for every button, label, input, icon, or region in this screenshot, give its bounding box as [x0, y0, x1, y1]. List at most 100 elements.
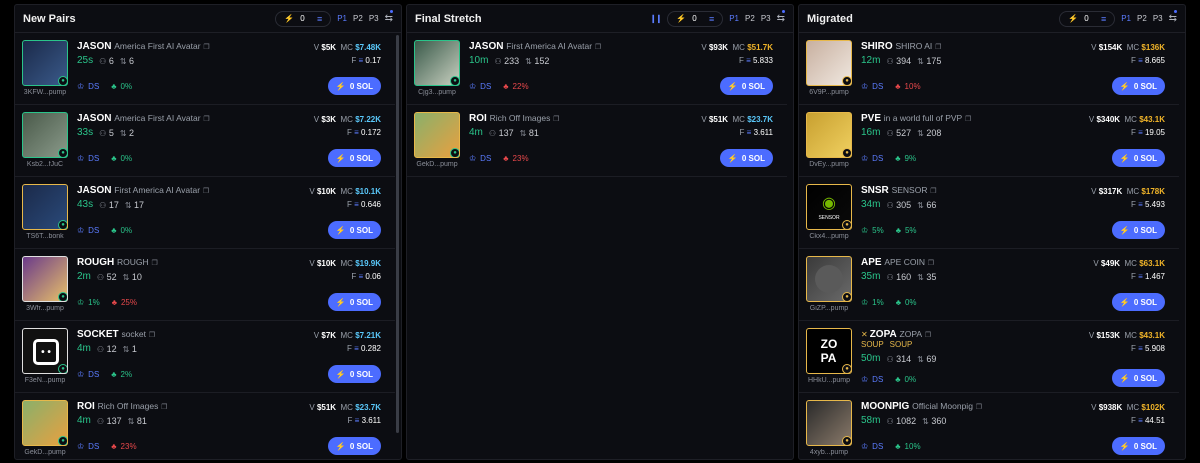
copy-icon[interactable]: ❐ — [925, 332, 931, 339]
token-address[interactable]: Cjg3...pump — [414, 89, 460, 96]
quick-buy-button[interactable]: ⚡ 0 SOL — [1111, 77, 1165, 95]
token-address[interactable]: Ckx4...pump — [806, 233, 852, 240]
token-row[interactable]: ● 3Wfr...pump ROUGH ROUGH ❐ 2m ⚇ 52 ⇅ 10 V $10… — [15, 249, 395, 321]
token-image[interactable]: ● — [806, 256, 852, 302]
quick-buy-button[interactable]: ⚡ 0 SOL — [1111, 369, 1165, 387]
dexscreener-pill[interactable]: ♔ DS — [469, 154, 491, 163]
token-row[interactable]: ◉ SENSOR ● Ckx4...pump SNSR SENSOR ❐ 34m ⚇ 305… — [799, 177, 1179, 249]
token-address[interactable]: 6V9P...pump — [806, 89, 852, 96]
dev-holding-pill[interactable]: ♔ 1% — [861, 298, 884, 307]
holder-pct-pill[interactable]: ♣ 22% — [503, 82, 528, 91]
dev-holding-pill[interactable]: ♔ 5% — [861, 226, 884, 235]
token-name[interactable]: ROI Rich Off Images ❐ — [469, 113, 559, 124]
token-image[interactable]: ● — [806, 400, 852, 446]
token-image[interactable]: ● — [22, 184, 68, 230]
token-image[interactable]: ● — [22, 256, 68, 302]
copy-icon[interactable]: ❐ — [928, 260, 934, 267]
token-image[interactable]: ● — [22, 400, 68, 446]
copy-icon[interactable]: ❐ — [161, 404, 167, 411]
top-holders-pill[interactable]: ♣ 0% — [896, 298, 917, 307]
quick-buy-button[interactable]: ⚡ 0 SOL — [1111, 149, 1165, 167]
token-address[interactable]: DvEy...pump — [806, 161, 852, 168]
dexscreener-pill[interactable]: ♔ DS — [469, 82, 491, 91]
token-row[interactable]: ● 3KFW...pump JASON America First AI Avata… — [15, 33, 395, 105]
token-row[interactable]: ● 6V9P...pump SHIRO SHIRO AI ❐ 12m ⚇ 394 ⇅ 17… — [799, 33, 1179, 105]
quick-buy-button[interactable]: ⚡ 0 SOL — [719, 149, 773, 167]
quick-buy-input[interactable]: ⚡ 0 ≡ — [667, 10, 724, 27]
holder-pct-pill[interactable]: ♣ 9% — [895, 154, 916, 163]
token-row[interactable]: ● GiZP...pump APE APE COIN ❐ 35m ⚇ 160 ⇅ 35 V … — [799, 249, 1179, 321]
quick-buy-button[interactable]: ⚡ 0 SOL — [327, 365, 381, 383]
token-address[interactable]: GiZP...pump — [806, 305, 852, 312]
token-image[interactable]: ● — [22, 40, 68, 86]
token-name[interactable]: APE APE COIN ❐ — [861, 257, 934, 268]
token-name[interactable]: ROI Rich Off Images ❐ — [77, 401, 167, 412]
copy-icon[interactable]: ❐ — [976, 404, 982, 411]
quick-buy-button[interactable]: ⚡ 0 SOL — [719, 77, 773, 95]
token-row[interactable]: ● GekD...pump ROI Rich Off Images ❐ 4m ⚇ 137… — [15, 393, 395, 459]
dexscreener-pill[interactable]: ♔ DS — [861, 442, 883, 451]
filter-settings-icon[interactable]: ⇆ — [1169, 13, 1177, 24]
holder-pct-pill[interactable]: ♣ 0% — [895, 375, 916, 384]
quick-buy-input[interactable]: ⚡ 0 ≡ — [1059, 10, 1116, 27]
dexscreener-pill[interactable]: ♔ DS — [77, 226, 99, 235]
pause-icon[interactable]: ❙❙ — [650, 14, 662, 23]
token-address[interactable]: TS6T...bonk — [22, 233, 68, 240]
holder-pct-pill[interactable]: ♣ 2% — [111, 370, 132, 379]
top-holders-pill[interactable]: ♣ 5% — [896, 226, 917, 235]
token-name[interactable]: PVE in a world full of PVP ❐ — [861, 113, 971, 124]
token-image[interactable]: ◉ SENSOR ● — [806, 184, 852, 230]
quick-buy-button[interactable]: ⚡ 0 SOL — [1111, 437, 1165, 455]
token-name[interactable]: ROUGH ROUGH ❐ — [77, 257, 158, 268]
quick-buy-button[interactable]: ⚡ 0 SOL — [1111, 221, 1165, 239]
token-row[interactable]: • • ● F3eN...pump SOCKET socket ❐ 4m ⚇ 12 ⇅ 1 V… — [15, 321, 395, 393]
token-image[interactable]: ● — [806, 112, 852, 158]
dexscreener-pill[interactable]: ♔ DS — [77, 82, 99, 91]
quick-buy-button[interactable]: ⚡ 0 SOL — [327, 149, 381, 167]
token-name[interactable]: SNSR SENSOR ❐ — [861, 185, 937, 196]
holder-pct-pill[interactable]: ♣ 0% — [111, 226, 132, 235]
copy-icon[interactable]: ❐ — [203, 44, 209, 51]
preset-p1[interactable]: P1 — [729, 14, 739, 23]
holder-pct-pill[interactable]: ♣ 23% — [111, 442, 136, 451]
token-address[interactable]: 3KFW...pump — [22, 89, 68, 96]
token-address[interactable]: Ksb2...fJuC — [22, 161, 68, 168]
copy-icon[interactable]: ❐ — [935, 44, 941, 51]
token-address[interactable]: HHkU...pump — [806, 377, 852, 384]
token-name[interactable]: JASON America First AI Avatar ❐ — [77, 41, 210, 52]
preset-p3[interactable]: P3 — [369, 14, 379, 23]
copy-icon[interactable]: ❐ — [553, 116, 559, 123]
token-row[interactable]: ● DvEy...pump PVE in a world full of PVP ❐… — [799, 105, 1179, 177]
dexscreener-pill[interactable]: ♔ DS — [77, 370, 99, 379]
token-name[interactable]: JASON America First AI Avatar ❐ — [77, 113, 210, 124]
dexscreener-pill[interactable]: ♔ DS — [77, 154, 99, 163]
token-name[interactable]: JASON First America AI Avatar ❐ — [77, 185, 209, 196]
token-image[interactable]: ● — [414, 112, 460, 158]
quick-buy-button[interactable]: ⚡ 0 SOL — [327, 77, 381, 95]
copy-icon[interactable]: ❐ — [595, 44, 601, 51]
preset-p1[interactable]: P1 — [1121, 14, 1131, 23]
holder-pct-pill[interactable]: ♣ 10% — [895, 442, 920, 451]
dexscreener-pill[interactable]: ♔ DS — [861, 154, 883, 163]
token-image[interactable]: • • ● — [22, 328, 68, 374]
token-address[interactable]: 3Wfr...pump — [22, 305, 68, 312]
token-row[interactable]: ● TS6T...bonk JASON First America AI Avata… — [15, 177, 395, 249]
token-image[interactable]: ● — [22, 112, 68, 158]
dev-holding-pill[interactable]: ♔ 1% — [77, 298, 100, 307]
token-row[interactable]: ● GekD...pump ROI Rich Off Images ❐ 4m ⚇ 137… — [407, 105, 787, 177]
token-address[interactable]: GekD...pump — [414, 161, 460, 168]
token-name[interactable]: JASON First America AI Avatar ❐ — [469, 41, 601, 52]
token-name[interactable]: ✕ ZOPA ZOPA ❐ — [861, 329, 931, 340]
holder-pct-pill[interactable]: ♣ 0% — [111, 154, 132, 163]
copy-icon[interactable]: ❐ — [203, 116, 209, 123]
token-image[interactable]: ● — [414, 40, 460, 86]
token-image[interactable]: ● — [806, 40, 852, 86]
token-row[interactable]: ● Cjg3...pump JASON First America AI Avata… — [407, 33, 787, 105]
token-row[interactable]: ● 4xyb...pump MOONPIG Official Moonpig ❐ 58… — [799, 393, 1179, 459]
token-name[interactable]: SOCKET socket ❐ — [77, 329, 155, 340]
token-address[interactable]: GekD...pump — [22, 449, 68, 456]
dexscreener-pill[interactable]: ♔ DS — [861, 82, 883, 91]
quick-buy-button[interactable]: ⚡ 0 SOL — [327, 437, 381, 455]
preset-p2[interactable]: P2 — [745, 14, 755, 23]
token-name[interactable]: SHIRO SHIRO AI ❐ — [861, 41, 941, 52]
